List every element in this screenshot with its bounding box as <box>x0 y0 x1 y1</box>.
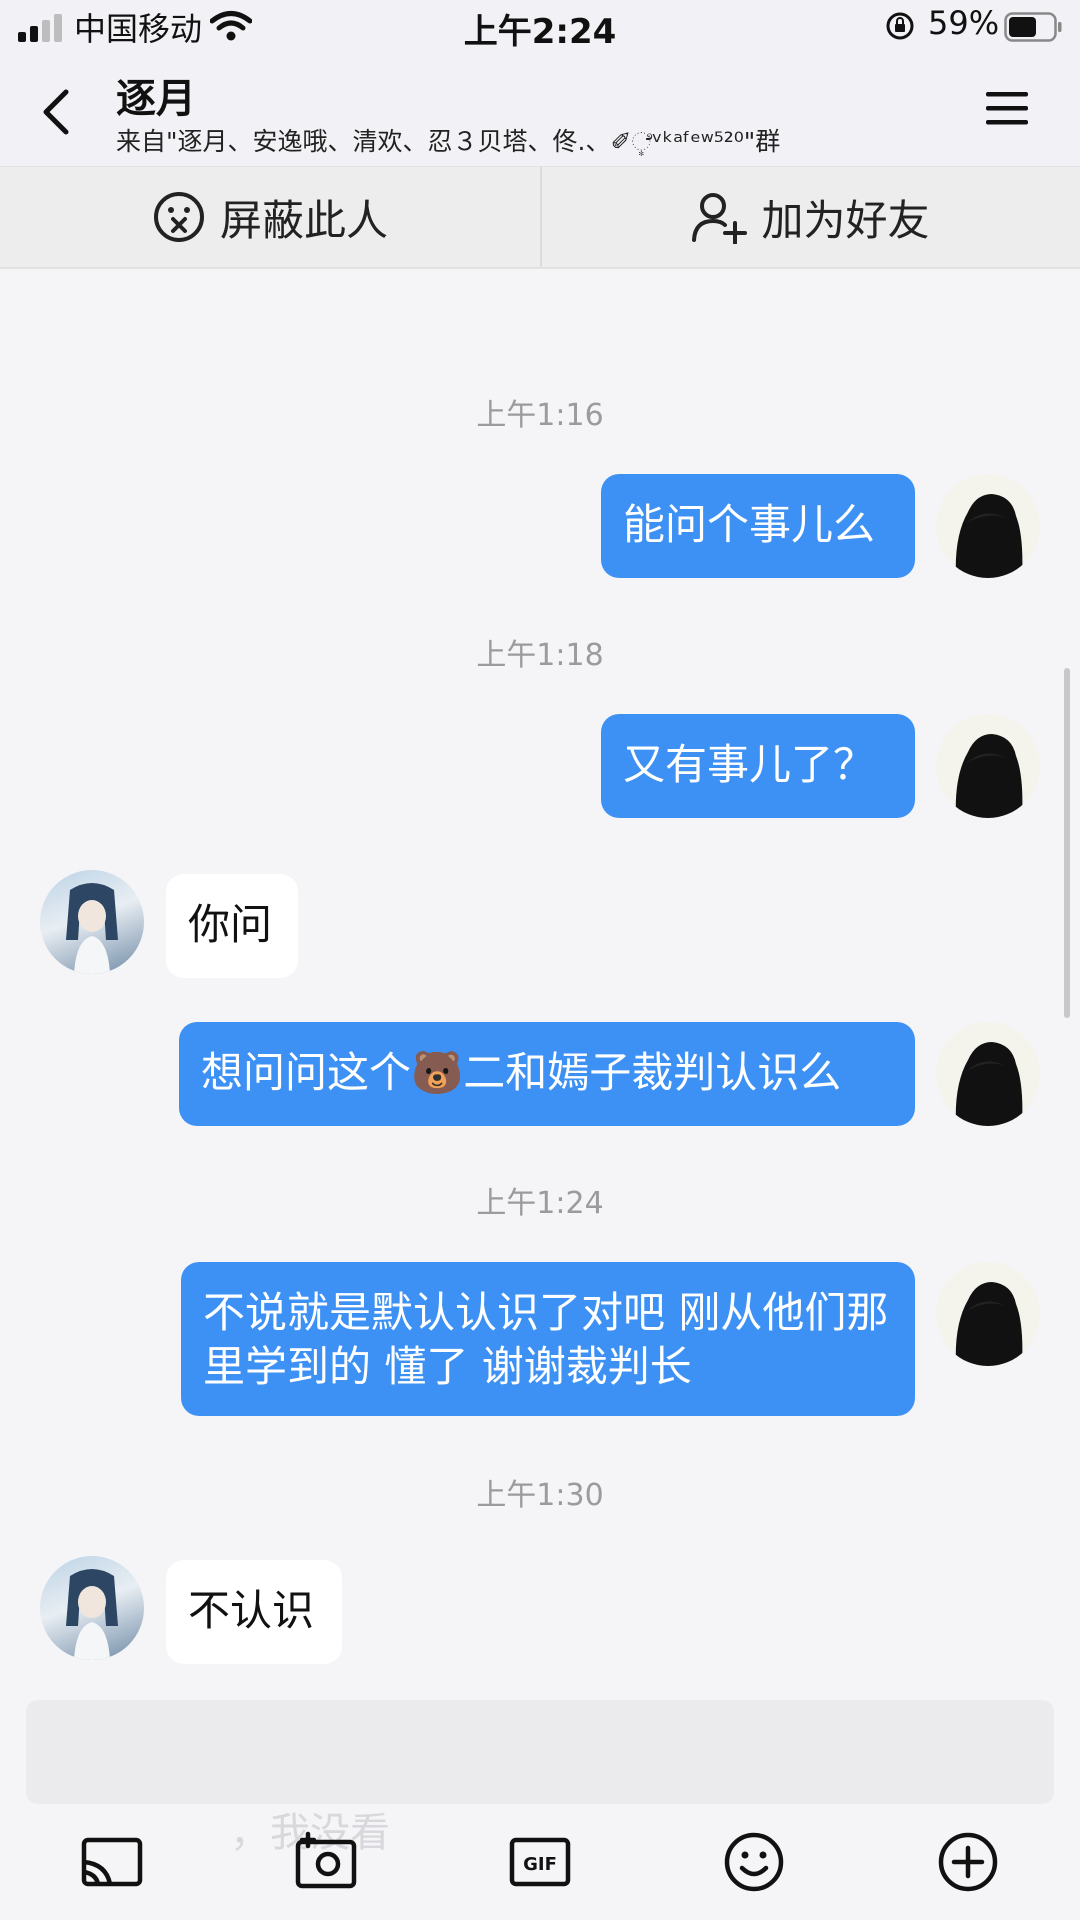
block-user-button[interactable]: 屏蔽此人 <box>0 167 540 267</box>
menu-icon[interactable] <box>984 86 1030 132</box>
composer: ，我没看 GIF <box>0 1678 1080 1920</box>
camera-icon[interactable] <box>294 1830 358 1894</box>
self-avatar[interactable] <box>936 1262 1040 1366</box>
self-avatar-image <box>955 494 1023 578</box>
add-friend-button[interactable]: 加为好友 <box>541 167 1080 267</box>
battery-icon <box>1004 12 1062 42</box>
timestamp: 上午1:16 <box>476 398 604 433</box>
back-arrow-icon[interactable] <box>36 86 76 138</box>
gif-icon[interactable]: GIF <box>508 1830 572 1894</box>
battery-percent: 59% <box>928 4 1000 42</box>
timestamp: 上午1:18 <box>476 638 604 673</box>
action-bar: 屏蔽此人 加为好友 <box>0 166 1080 269</box>
timestamp: 上午1:24 <box>476 1186 604 1221</box>
clock: 上午2:24 <box>463 12 617 52</box>
outgoing-message[interactable]: 能问个事儿么 <box>601 474 915 578</box>
self-avatar-image <box>955 1042 1023 1126</box>
rotation-lock-icon <box>886 12 914 40</box>
contact-avatar-image <box>66 1569 118 1660</box>
self-avatar[interactable] <box>936 474 1040 578</box>
emoji-icon[interactable] <box>722 1830 786 1894</box>
block-user-label: 屏蔽此人 <box>219 195 388 245</box>
incoming-message[interactable]: 不认识 <box>166 1560 342 1664</box>
chat-title: 逐月 <box>116 76 196 122</box>
contact-avatar-image <box>66 883 118 974</box>
svg-text:GIF: GIF <box>523 1854 557 1875</box>
self-avatar[interactable] <box>936 1022 1040 1126</box>
contact-avatar[interactable] <box>40 1556 144 1660</box>
chat-header: 逐月 来自"逐月、安逸哦、清欢、忍３贝塔、佟.、✐ೆ͙ᵛᵏᵃᶠᵉʷ⁵²⁰"群 <box>0 56 1080 166</box>
plus-icon[interactable] <box>936 1830 1000 1894</box>
scrollbar[interactable] <box>1064 668 1070 1018</box>
outgoing-message[interactable]: 不说就是默认认识了对吧 刚从他们那里学到的 懂了 谢谢裁判长 <box>181 1262 915 1416</box>
incoming-message[interactable]: 你问 <box>166 874 298 978</box>
outgoing-message[interactable]: 又有事儿了？ <box>601 714 915 818</box>
status-bar: 中国移动 上午2:24 59% <box>0 0 1080 56</box>
self-avatar-image <box>955 1282 1023 1366</box>
message-list[interactable] <box>0 268 1080 1678</box>
block-face-icon <box>153 192 204 242</box>
self-avatar-image <box>955 734 1023 818</box>
self-avatar[interactable] <box>936 714 1040 818</box>
add-user-icon <box>692 193 748 244</box>
cast-icon[interactable] <box>80 1830 144 1894</box>
chat-subtitle: 来自"逐月、安逸哦、清欢、忍３贝塔、佟.、✐ೆ͙ᵛᵏᵃᶠᵉʷ⁵²⁰"群 <box>116 127 781 156</box>
contact-avatar[interactable] <box>40 870 144 974</box>
outgoing-message[interactable]: 想问问这个🐻二和嫣子裁判认识么 <box>179 1022 915 1126</box>
message-input[interactable] <box>26 1700 1054 1804</box>
add-friend-label: 加为好友 <box>761 195 930 245</box>
timestamp: 上午1:30 <box>476 1478 604 1513</box>
